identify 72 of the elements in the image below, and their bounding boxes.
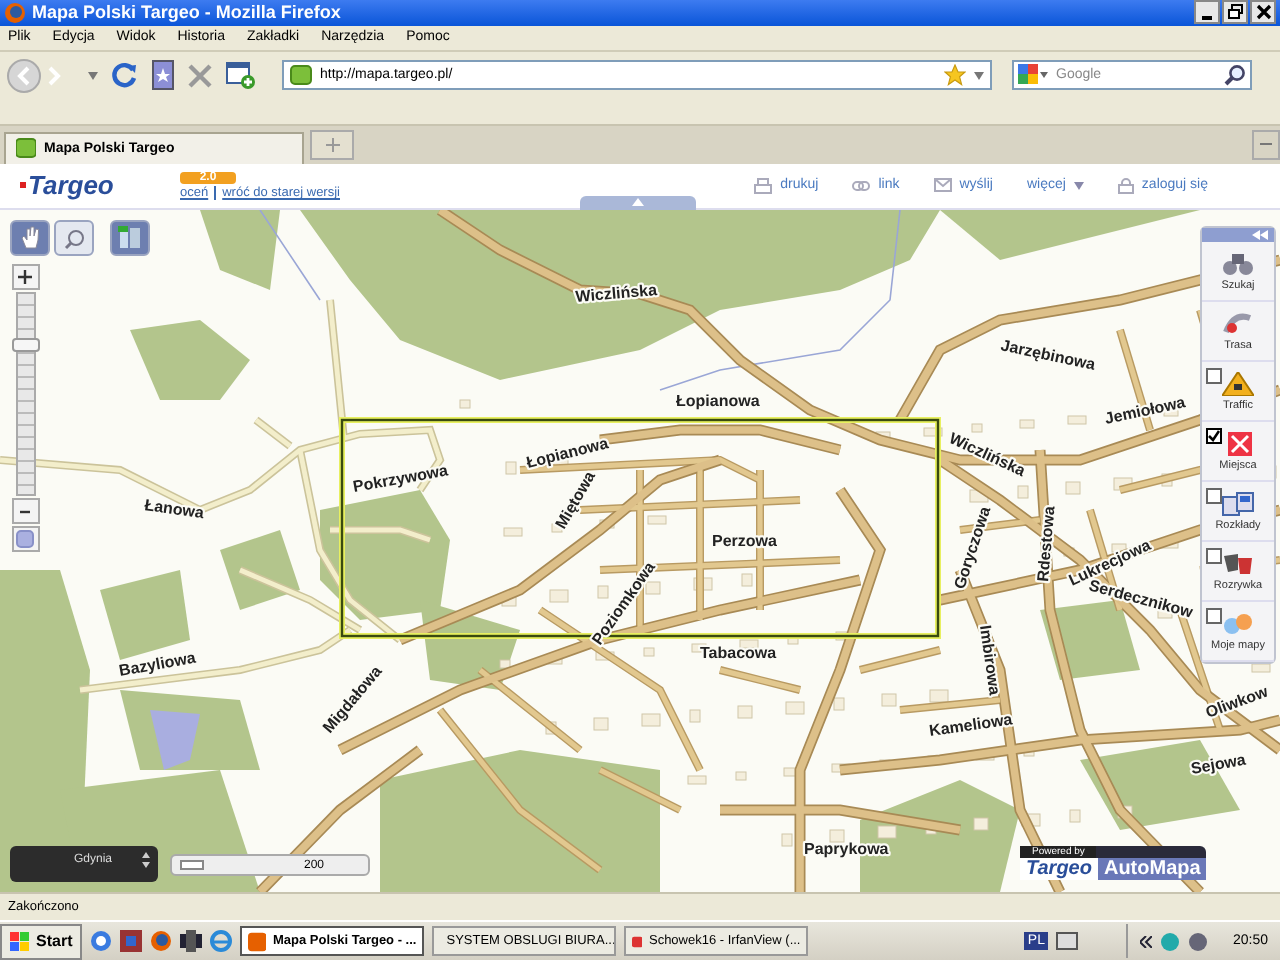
- street-label: Imbirowa: [976, 624, 1004, 697]
- up-down-arrows-icon[interactable]: [142, 852, 150, 869]
- zoom-out-button[interactable]: [11, 498, 39, 525]
- zoom-tool-button[interactable]: [54, 220, 94, 257]
- layer-checkbox[interactable]: [1206, 608, 1222, 625]
- magnifier-icon[interactable]: [63, 227, 85, 250]
- targeo-logo[interactable]: Targeo: [20, 170, 180, 201]
- layer-checkbox[interactable]: [1206, 368, 1222, 385]
- minus-icon[interactable]: [20, 509, 30, 514]
- keyboard-icon[interactable]: [1056, 932, 1079, 951]
- browser-icon[interactable]: [210, 930, 233, 953]
- close-button[interactable]: [1250, 0, 1276, 25]
- tab-list-button[interactable]: [1252, 129, 1280, 160]
- minimize-button[interactable]: [1194, 0, 1220, 25]
- street-label: Bazyliowa: [117, 648, 197, 680]
- layers-button[interactable]: [110, 220, 150, 257]
- restore-icon[interactable]: [1227, 4, 1243, 21]
- street-label: Rdestowa: [1034, 505, 1059, 583]
- caret-icon[interactable]: [1073, 181, 1084, 190]
- printer-icon: [754, 177, 773, 194]
- map-drawing[interactable]: [0, 210, 1280, 893]
- layer-checkbox[interactable]: [1206, 548, 1222, 565]
- search-engine-icon[interactable]: [1018, 64, 1050, 87]
- close-icon[interactable]: [1255, 4, 1271, 21]
- dropdown-caret-icon[interactable]: [974, 71, 984, 80]
- reload-icon[interactable]: [112, 62, 138, 89]
- dropdown-caret-icon[interactable]: [88, 71, 98, 80]
- street-label: Pokrzywowa: [351, 461, 450, 496]
- stop-icon[interactable]: [188, 63, 212, 88]
- street-label: Sejowa: [1189, 750, 1247, 778]
- star-icon[interactable]: [944, 64, 966, 87]
- binoculars-icon[interactable]: [1222, 251, 1254, 276]
- pan-tool-button[interactable]: [10, 220, 50, 257]
- square-icon[interactable]: [16, 530, 34, 549]
- lock-icon: [1117, 177, 1134, 194]
- search-icon[interactable]: [1224, 64, 1246, 87]
- chain-link-icon: [852, 179, 871, 192]
- browser-logo-icon: [4, 1, 26, 24]
- collapse-panel-button[interactable]: [1202, 228, 1274, 243]
- site-icon: [16, 138, 36, 159]
- new-window-icon[interactable]: [226, 61, 256, 90]
- start-button[interactable]: Start: [0, 923, 83, 960]
- pond: [150, 710, 200, 771]
- windows-logo-icon[interactable]: [10, 931, 30, 952]
- app-icon[interactable]: [180, 930, 203, 953]
- app-icon[interactable]: [120, 930, 143, 953]
- double-arrow-icon[interactable]: [1252, 230, 1268, 241]
- site-icon: [290, 64, 312, 87]
- ruler-icon: [180, 860, 204, 871]
- envelope-icon: [933, 178, 952, 193]
- panels-icon[interactable]: [118, 226, 142, 251]
- street-label: Wiczlińska: [574, 280, 658, 306]
- street-label: Paprykowa: [804, 840, 889, 859]
- street-label: Kameliowa: [928, 710, 1014, 740]
- street-label: Tabacowa: [700, 644, 777, 663]
- restore-button[interactable]: [1222, 0, 1248, 25]
- window-title: Mapa Polski Targeo - Mozilla Firefox: [32, 2, 343, 23]
- hand-icon[interactable]: [19, 226, 41, 251]
- zoom-slider-thumb[interactable]: [11, 337, 39, 352]
- expand-tray-icon[interactable]: [1140, 935, 1153, 948]
- street-label: Jemiołowa: [1103, 393, 1187, 428]
- bookmark-page-icon[interactable]: [152, 60, 174, 91]
- plus-icon[interactable]: [18, 270, 32, 285]
- dash-icon[interactable]: [1260, 140, 1272, 149]
- browser-logo-icon[interactable]: [150, 930, 173, 953]
- tray-app-icon[interactable]: [1188, 931, 1209, 952]
- zoom-in-button[interactable]: [11, 264, 39, 291]
- street-label: Łopianowa: [676, 392, 760, 411]
- street-label: Łanowa: [143, 496, 205, 523]
- traffic-sign-icon[interactable]: [1222, 371, 1254, 396]
- layer-checkbox[interactable]: [1206, 488, 1222, 505]
- browser-icon[interactable]: [90, 930, 113, 953]
